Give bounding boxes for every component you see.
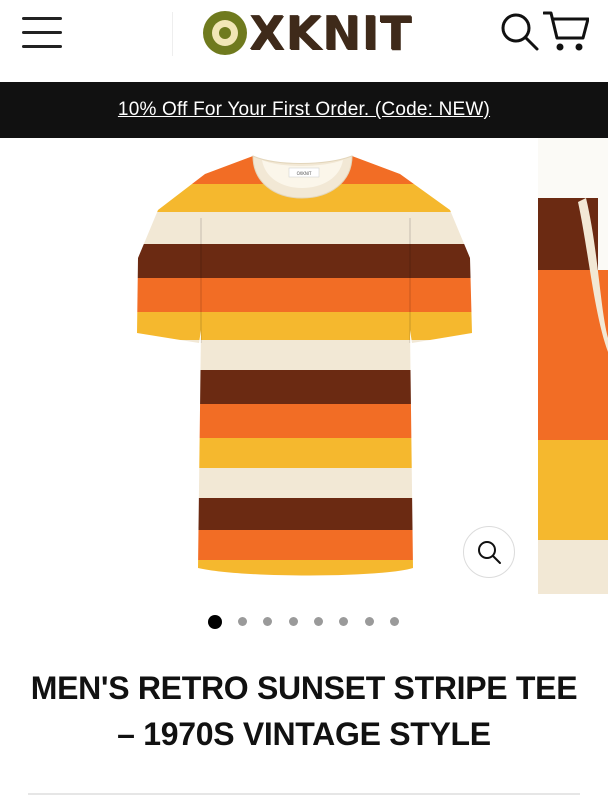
pagination-dot[interactable]: [314, 617, 323, 626]
menu-line: [22, 17, 62, 20]
pagination-dot[interactable]: [365, 617, 374, 626]
menu-line: [22, 45, 62, 48]
zoom-icon[interactable]: [463, 526, 515, 578]
product-slide-main[interactable]: OXKNIT: [0, 138, 536, 598]
pagination-dot[interactable]: [390, 617, 399, 626]
product-title: MEN'S RETRO SUNSET STRIPE TEE – 1970S VI…: [30, 670, 578, 752]
logo-text: XKNIT: [249, 6, 413, 60]
cart-icon[interactable]: [542, 10, 590, 54]
menu-line: [22, 31, 62, 34]
site-header: XKNIT: [0, 0, 608, 82]
site-logo[interactable]: XKNIT: [203, 8, 412, 58]
pagination-dot[interactable]: [238, 617, 247, 626]
pagination-dot-active[interactable]: [208, 615, 222, 629]
search-icon[interactable]: [500, 12, 540, 52]
pagination-dot[interactable]: [289, 617, 298, 626]
product-gallery[interactable]: OXKNIT: [0, 138, 608, 598]
logo-o-mark: [203, 11, 247, 55]
pagination-dot[interactable]: [339, 617, 348, 626]
neck-tag-text: OXKNIT: [297, 171, 312, 176]
hamburger-menu-icon[interactable]: [22, 16, 64, 48]
gallery-pagination: [0, 612, 608, 632]
announcement-link[interactable]: 10% Off For Your First Order. (Code: NEW…: [118, 99, 490, 121]
pagination-dot[interactable]: [263, 617, 272, 626]
header-divider: [172, 12, 173, 56]
next-image-preview: [538, 138, 608, 594]
announcement-bar: 10% Off For Your First Order. (Code: NEW…: [0, 82, 608, 138]
product-slide-next[interactable]: [538, 138, 608, 594]
striped-tshirt-image: OXKNIT: [137, 155, 472, 576]
section-divider: [28, 793, 580, 795]
